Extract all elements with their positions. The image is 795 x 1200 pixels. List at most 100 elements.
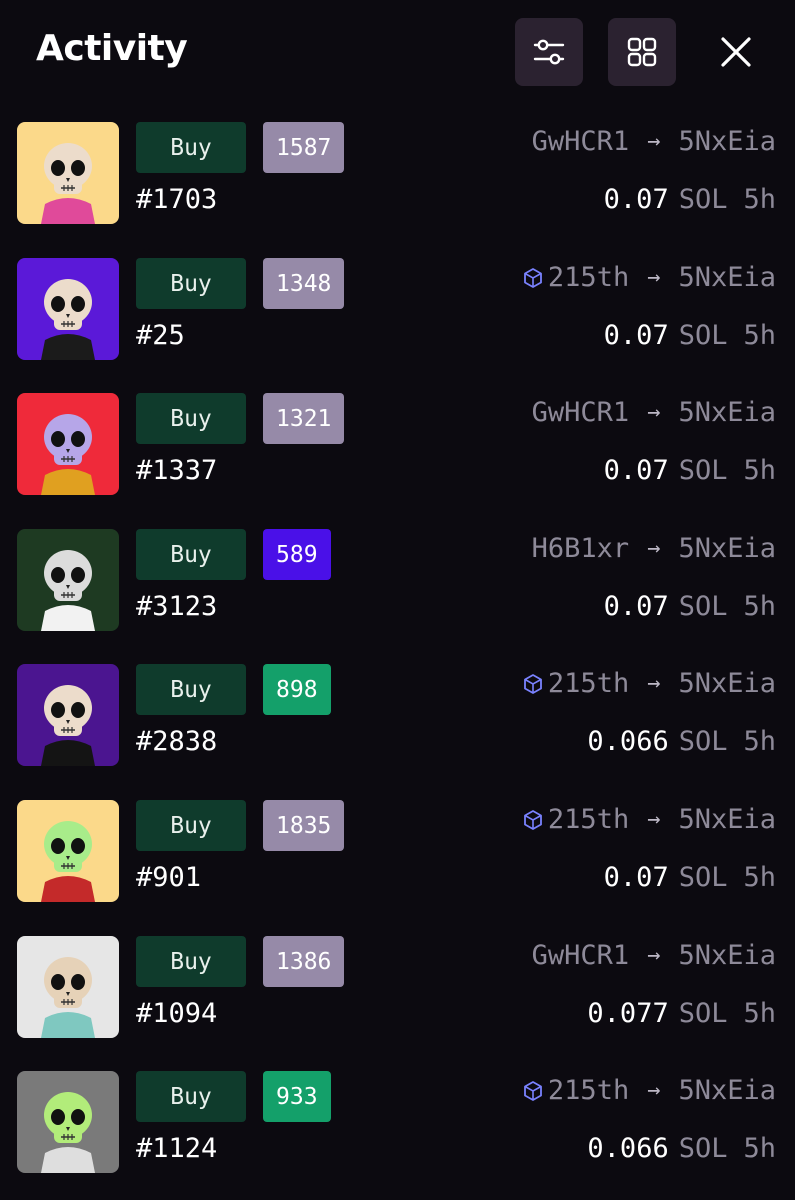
rarity-rank-badge: 1587 bbox=[263, 122, 345, 173]
token-id[interactable]: #1094 bbox=[136, 998, 217, 1029]
skull-avatar-image bbox=[17, 529, 119, 631]
to-address[interactable]: 5NxEia bbox=[678, 533, 776, 564]
to-address[interactable]: 5NxEia bbox=[678, 804, 776, 835]
token-id[interactable]: #1124 bbox=[136, 1133, 217, 1164]
arrow-right-icon: → bbox=[647, 536, 661, 561]
nft-thumbnail[interactable] bbox=[17, 393, 119, 495]
price-currency: SOL bbox=[678, 455, 728, 486]
cube-verified-icon bbox=[522, 267, 544, 289]
sale-price: 0.07 SOL 5h bbox=[604, 455, 776, 486]
to-address[interactable]: 5NxEia bbox=[678, 1075, 776, 1106]
buy-badge[interactable]: Buy bbox=[136, 393, 246, 444]
price-currency: SOL bbox=[678, 726, 728, 757]
to-address[interactable]: 5NxEia bbox=[678, 940, 776, 971]
price-amount: 0.07 bbox=[603, 862, 669, 893]
skull-avatar-image bbox=[17, 800, 119, 902]
from-address[interactable]: 215th bbox=[548, 262, 629, 293]
buy-badge[interactable]: Buy bbox=[136, 800, 246, 851]
skull-avatar-image bbox=[17, 1071, 119, 1173]
token-id[interactable]: #1337 bbox=[136, 455, 217, 486]
sale-price: 0.07 SOL 5h bbox=[604, 591, 776, 622]
from-address[interactable]: 215th bbox=[548, 804, 629, 835]
price-currency: SOL bbox=[678, 862, 728, 893]
nft-thumbnail[interactable] bbox=[17, 529, 119, 631]
from-address[interactable]: 215th bbox=[548, 1075, 629, 1106]
buy-badge[interactable]: Buy bbox=[136, 122, 246, 173]
time-ago: 5h bbox=[743, 320, 776, 351]
activity-row[interactable]: Buy 1386 #1094 GwHCR1 → 5NxEia 0.077 SOL 5h bbox=[0, 936, 795, 1056]
rarity-rank-badge: 1835 bbox=[263, 800, 345, 851]
transfer-path: 215th → 5NxEia bbox=[522, 804, 776, 835]
arrow-right-icon: → bbox=[647, 265, 661, 290]
filter-button[interactable] bbox=[515, 18, 583, 86]
to-address[interactable]: 5NxEia bbox=[678, 397, 776, 428]
time-ago: 5h bbox=[743, 591, 776, 622]
to-address[interactable]: 5NxEia bbox=[678, 262, 776, 293]
token-id[interactable]: #3123 bbox=[136, 591, 217, 622]
nft-thumbnail[interactable] bbox=[17, 664, 119, 766]
activity-row[interactable]: Buy 1835 #901 215th → 5NxEia 0.07 SOL 5h bbox=[0, 800, 795, 920]
price-amount: 0.066 bbox=[587, 1133, 669, 1164]
sale-price: 0.07 SOL 5h bbox=[604, 320, 776, 351]
from-address[interactable]: 215th bbox=[548, 668, 629, 699]
time-ago: 5h bbox=[743, 184, 776, 215]
time-ago: 5h bbox=[743, 862, 776, 893]
buy-badge[interactable]: Buy bbox=[136, 258, 246, 309]
time-ago: 5h bbox=[743, 1133, 776, 1164]
rarity-rank-badge: 1348 bbox=[263, 258, 345, 309]
rarity-rank-badge: 1321 bbox=[263, 393, 345, 444]
buy-badge[interactable]: Buy bbox=[136, 1071, 246, 1122]
cube-verified-icon bbox=[522, 1080, 544, 1102]
sale-price: 0.066 SOL 5h bbox=[587, 726, 776, 757]
arrow-right-icon: → bbox=[647, 1078, 661, 1103]
sale-price: 0.07 SOL 5h bbox=[604, 862, 776, 893]
transfer-path: H6B1xr → 5NxEia bbox=[532, 533, 776, 564]
close-button[interactable] bbox=[704, 18, 768, 86]
sale-price: 0.077 SOL 5h bbox=[587, 998, 776, 1029]
from-address[interactable]: H6B1xr bbox=[532, 533, 630, 564]
buy-badge[interactable]: Buy bbox=[136, 664, 246, 715]
price-currency: SOL bbox=[678, 320, 728, 351]
activity-row[interactable]: Buy 589 #3123 H6B1xr → 5NxEia 0.07 SOL 5h bbox=[0, 529, 795, 649]
transfer-path: 215th → 5NxEia bbox=[522, 1075, 776, 1106]
nft-thumbnail[interactable] bbox=[17, 936, 119, 1038]
sale-price: 0.066 SOL 5h bbox=[587, 1133, 776, 1164]
price-currency: SOL bbox=[678, 1133, 728, 1164]
skull-avatar-image bbox=[17, 664, 119, 766]
activity-row[interactable]: Buy 1348 #25 215th → 5NxEia 0.07 SOL 5h bbox=[0, 258, 795, 378]
token-id[interactable]: #25 bbox=[136, 320, 185, 351]
price-amount: 0.07 bbox=[603, 320, 669, 351]
arrow-right-icon: → bbox=[647, 400, 661, 425]
to-address[interactable]: 5NxEia bbox=[678, 126, 776, 157]
price-currency: SOL bbox=[678, 591, 728, 622]
nft-thumbnail[interactable] bbox=[17, 800, 119, 902]
nft-thumbnail[interactable] bbox=[17, 258, 119, 360]
from-address[interactable]: GwHCR1 bbox=[532, 940, 630, 971]
token-id[interactable]: #2838 bbox=[136, 726, 217, 757]
transfer-path: GwHCR1 → 5NxEia bbox=[532, 126, 776, 157]
activity-row[interactable]: Buy 898 #2838 215th → 5NxEia 0.066 SOL 5h bbox=[0, 664, 795, 784]
buy-badge[interactable]: Buy bbox=[136, 936, 246, 987]
activity-row[interactable]: Buy 1321 #1337 GwHCR1 → 5NxEia 0.07 SOL 5h bbox=[0, 393, 795, 513]
skull-avatar-image bbox=[17, 936, 119, 1038]
price-amount: 0.07 bbox=[603, 591, 669, 622]
arrow-right-icon: → bbox=[647, 671, 661, 696]
from-address[interactable]: GwHCR1 bbox=[532, 397, 630, 428]
activity-row[interactable]: Buy 933 #1124 215th → 5NxEia 0.066 SOL 5h bbox=[0, 1071, 795, 1191]
token-id[interactable]: #901 bbox=[136, 862, 201, 893]
nft-thumbnail[interactable] bbox=[17, 122, 119, 224]
skull-avatar-image bbox=[17, 393, 119, 495]
grid-view-button[interactable] bbox=[608, 18, 676, 86]
buy-badge[interactable]: Buy bbox=[136, 529, 246, 580]
token-id[interactable]: #1703 bbox=[136, 184, 217, 215]
skull-avatar-image bbox=[17, 258, 119, 360]
nft-thumbnail[interactable] bbox=[17, 1071, 119, 1173]
rarity-rank-badge: 898 bbox=[263, 664, 331, 715]
activity-row[interactable]: Buy 1587 #1703 GwHCR1 → 5NxEia 0.07 SOL 5h bbox=[0, 122, 795, 242]
time-ago: 5h bbox=[743, 998, 776, 1029]
price-amount: 0.07 bbox=[603, 184, 669, 215]
from-address[interactable]: GwHCR1 bbox=[532, 126, 630, 157]
to-address[interactable]: 5NxEia bbox=[678, 668, 776, 699]
cube-verified-icon bbox=[522, 809, 544, 831]
transfer-path: GwHCR1 → 5NxEia bbox=[532, 940, 776, 971]
